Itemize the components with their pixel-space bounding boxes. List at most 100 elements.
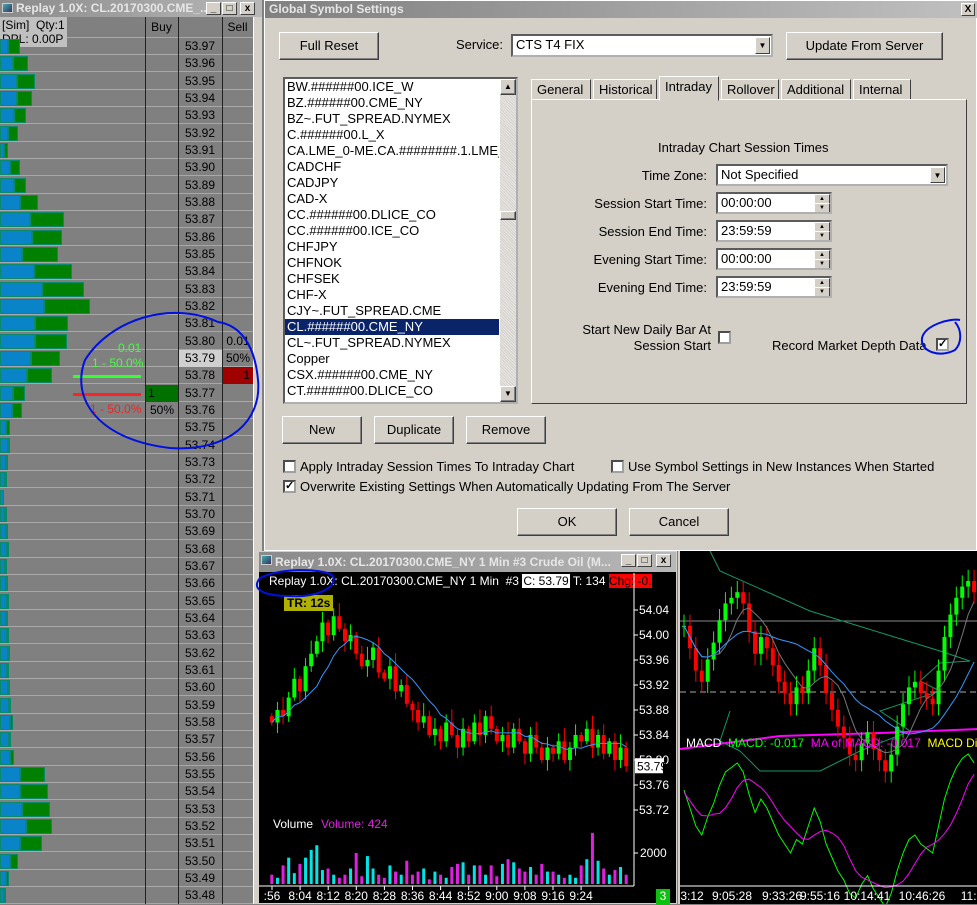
symbol-list-item[interactable]: CAD-X bbox=[285, 191, 499, 207]
sell-cell[interactable] bbox=[223, 801, 253, 818]
sell-cell[interactable] bbox=[223, 315, 253, 332]
chart-title-bar[interactable]: Replay 1.0X: CL.20170300.CME_NY 1 Min #3… bbox=[259, 552, 676, 572]
buy-cell[interactable] bbox=[146, 55, 178, 72]
maximize-icon[interactable]: □ bbox=[637, 554, 652, 567]
sell-cell[interactable] bbox=[223, 523, 253, 540]
buy-cell[interactable] bbox=[146, 593, 178, 610]
ladder-row[interactable]: 53.56 bbox=[0, 749, 253, 766]
sell-cell[interactable] bbox=[223, 298, 253, 315]
buy-cell[interactable]: 1 bbox=[146, 384, 178, 402]
sell-cell[interactable] bbox=[223, 593, 253, 610]
update-from-server-button[interactable]: Update From Server bbox=[786, 32, 943, 60]
buy-cell[interactable] bbox=[146, 541, 178, 558]
buy-cell[interactable] bbox=[146, 298, 178, 315]
symbol-list-item[interactable]: CA.LME_0-ME.CA.########.1.LME_ bbox=[285, 143, 499, 159]
price-cell[interactable]: 53.77 bbox=[178, 385, 222, 402]
symbol-list-item[interactable]: CHFSEK bbox=[285, 271, 499, 287]
sell-cell[interactable] bbox=[223, 714, 253, 731]
ladder-row[interactable]: 53.73 bbox=[0, 454, 253, 471]
buy-cell[interactable] bbox=[146, 281, 178, 298]
ladder-row[interactable]: 53.82 bbox=[0, 298, 253, 315]
price-cell[interactable]: 53.80 bbox=[178, 333, 222, 350]
buy-cell[interactable] bbox=[146, 679, 178, 696]
price-cell[interactable]: 53.87 bbox=[178, 211, 222, 228]
price-cell[interactable]: 53.96 bbox=[178, 55, 222, 72]
price-cell[interactable]: 53.81 bbox=[178, 315, 222, 332]
buy-cell[interactable] bbox=[146, 38, 178, 55]
price-cell[interactable]: 53.63 bbox=[178, 627, 222, 644]
ladder-row[interactable]: 53.84 bbox=[0, 263, 253, 281]
symbol-list-item[interactable]: CL~.FUT_SPREAD.NYMEX bbox=[285, 335, 499, 351]
price-cell[interactable]: 53.93 bbox=[178, 107, 222, 124]
buy-cell[interactable] bbox=[146, 367, 178, 384]
ok-button[interactable]: OK bbox=[517, 508, 617, 536]
price-cell[interactable]: 53.70 bbox=[178, 506, 222, 523]
ladder-row[interactable]: 53.57 bbox=[0, 731, 253, 749]
buy-cell[interactable]: 50% bbox=[146, 402, 178, 419]
sell-cell[interactable]: 1 bbox=[223, 367, 253, 385]
price-cell[interactable]: 53.83 bbox=[178, 281, 222, 298]
ladder-row[interactable]: 53.67 bbox=[0, 558, 253, 575]
price-chart-2[interactable]: 3:12 9:05:28 9:33:269:55:16 10:14:41 10:46:2… bbox=[680, 551, 977, 904]
ladder-row[interactable]: 53.97 bbox=[0, 38, 253, 55]
session-end-input[interactable]: 23:59:59 ▲ ▼ bbox=[716, 220, 832, 242]
tab-internal[interactable]: Internal bbox=[853, 79, 911, 100]
sell-cell[interactable] bbox=[223, 38, 253, 55]
price-cell[interactable]: 53.54 bbox=[178, 783, 222, 800]
ladder-row[interactable]: 53.63 bbox=[0, 627, 253, 645]
sell-cell[interactable] bbox=[223, 697, 253, 714]
ladder-row[interactable]: 53.72 bbox=[0, 471, 253, 489]
sell-cell[interactable] bbox=[223, 107, 253, 124]
price-cell[interactable]: 53.90 bbox=[178, 159, 222, 176]
sell-cell[interactable] bbox=[223, 818, 253, 835]
price-cell[interactable]: 53.88 bbox=[178, 194, 222, 211]
buy-cell[interactable] bbox=[146, 697, 178, 714]
price-cell[interactable]: 53.86 bbox=[178, 229, 222, 246]
buy-cell[interactable] bbox=[146, 575, 178, 592]
sell-cell[interactable] bbox=[223, 731, 253, 748]
buy-cell[interactable] bbox=[146, 506, 178, 523]
buy-cell[interactable] bbox=[146, 887, 178, 904]
spin-down-icon[interactable]: ▼ bbox=[814, 231, 830, 240]
spin-down-icon[interactable]: ▼ bbox=[814, 203, 830, 212]
sell-cell[interactable] bbox=[223, 194, 253, 211]
sell-cell[interactable] bbox=[223, 471, 253, 488]
price-chart[interactable]: 54.0454.0053.9653.9253.8853.8453.8053.76… bbox=[259, 573, 676, 904]
ladder-row[interactable]: 53.85 bbox=[0, 246, 253, 263]
price-cell[interactable]: 53.75 bbox=[178, 419, 222, 436]
price-cell[interactable]: 53.84 bbox=[178, 263, 222, 280]
price-cell[interactable]: 53.55 bbox=[178, 766, 222, 783]
apply-intraday-checkbox[interactable] bbox=[283, 460, 296, 473]
ladder-row[interactable]: 53.94 bbox=[0, 90, 253, 107]
symbol-list-item[interactable]: Copper bbox=[285, 351, 499, 367]
price-cell[interactable]: 53.76 bbox=[178, 402, 222, 419]
price-cell[interactable]: 53.57 bbox=[178, 731, 222, 748]
sell-cell[interactable] bbox=[223, 211, 253, 228]
buy-cell[interactable] bbox=[146, 211, 178, 228]
ladder-row[interactable]: 53.81 bbox=[0, 315, 253, 333]
ladder-row[interactable]: 53.49 bbox=[0, 870, 253, 887]
symbol-list-scrollbar[interactable]: ▲ ▼ bbox=[500, 79, 516, 402]
scroll-up-icon[interactable]: ▲ bbox=[500, 79, 516, 95]
price-cell[interactable]: 53.74 bbox=[178, 437, 222, 454]
target-order-line[interactable] bbox=[73, 375, 141, 378]
time-zone-select[interactable]: Not Specified ▼ bbox=[716, 164, 948, 186]
close-icon[interactable]: x bbox=[656, 554, 671, 567]
symbol-list-item[interactable]: CT.######00.ICE_CO bbox=[285, 399, 499, 401]
ladder-row[interactable]: 53.51 bbox=[0, 835, 253, 853]
buy-cell[interactable] bbox=[146, 610, 178, 627]
price-cell[interactable]: 53.56 bbox=[178, 749, 222, 766]
sell-cell[interactable] bbox=[223, 645, 253, 662]
ladder-row[interactable]: 53.70 bbox=[0, 506, 253, 523]
price-cell[interactable]: 53.58 bbox=[178, 714, 222, 731]
minimize-icon[interactable]: _ bbox=[621, 554, 636, 567]
ladder-row[interactable]: 53.96 bbox=[0, 55, 253, 73]
buy-cell[interactable] bbox=[146, 246, 178, 263]
sell-cell[interactable] bbox=[223, 541, 253, 558]
tab-rollover[interactable]: Rollover bbox=[721, 79, 779, 100]
symbol-list-item[interactable]: CHF-X bbox=[285, 287, 499, 303]
buy-cell[interactable] bbox=[146, 645, 178, 662]
price-cell[interactable]: 53.72 bbox=[178, 471, 222, 488]
sell-cell[interactable] bbox=[223, 506, 253, 523]
ladder-row[interactable]: 53.60 bbox=[0, 679, 253, 697]
